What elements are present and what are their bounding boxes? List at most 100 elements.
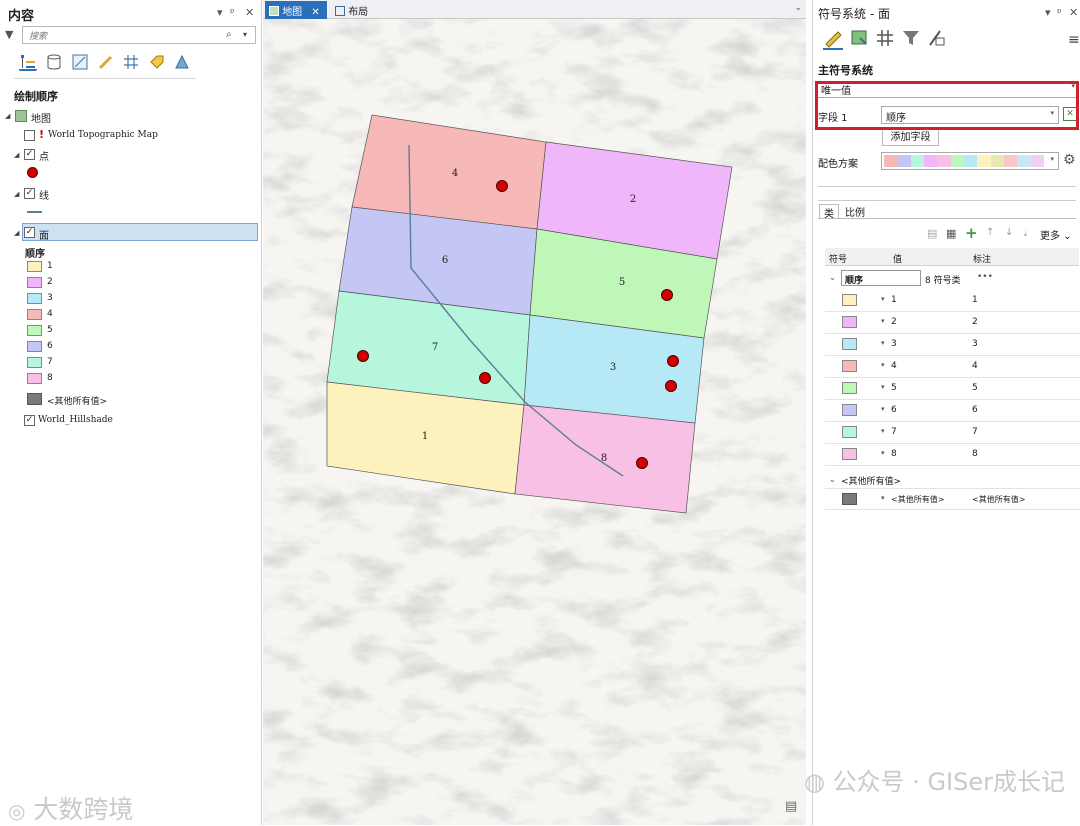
map-view[interactable]: 4 2 6 5 7 3 1 8 ▤ <box>263 19 806 825</box>
legend-swatch[interactable] <box>27 309 42 320</box>
symbol-dropdown-icon[interactable]: ▾ <box>881 494 885 502</box>
class-value-cell[interactable]: 5 <box>891 383 897 393</box>
legend-swatch[interactable] <box>27 373 42 384</box>
expand-point-icon[interactable]: ◢ <box>14 151 19 159</box>
symbol-class-row[interactable]: ▾ 2 2 <box>825 312 1080 334</box>
class-label-cell[interactable]: 4 <box>972 361 978 371</box>
close-icon[interactable]: ✕ <box>245 6 254 19</box>
tabs-dropdown-icon[interactable]: ⌄ <box>794 3 802 13</box>
point-feature[interactable] <box>661 289 673 301</box>
symbol-class-row[interactable]: ▾ 1 1 <box>825 290 1080 312</box>
point-symbol-swatch[interactable] <box>27 167 38 178</box>
polygon-layer-checkbox[interactable]: ✓ <box>24 227 35 238</box>
legend-swatch[interactable] <box>27 325 42 336</box>
symbol-dropdown-icon[interactable]: ▾ <box>881 405 885 413</box>
group-heading-input[interactable]: 顺序 <box>841 270 921 286</box>
class-label-cell[interactable]: 8 <box>972 449 978 459</box>
class-label-cell[interactable]: 5 <box>972 383 978 393</box>
point-feature[interactable] <box>496 180 508 192</box>
line-layer-checkbox[interactable]: ✓ <box>24 188 35 199</box>
map-canvas[interactable]: 4 2 6 5 7 3 1 8 <box>263 19 806 825</box>
expand-map-icon[interactable]: ◢ <box>5 112 10 120</box>
list-by-labeling-icon[interactable] <box>148 53 166 71</box>
symbol-class-row[interactable]: ▾ 5 5 <box>825 378 1080 400</box>
symbol-class-row[interactable]: ▾ 8 8 <box>825 444 1080 466</box>
symbol-dropdown-icon[interactable]: ▾ <box>881 339 885 347</box>
method-dropdown[interactable]: 唯一值 ▾ <box>817 80 1079 98</box>
class-symbol-swatch[interactable] <box>842 360 857 372</box>
search-dropdown-icon[interactable]: ▾ <box>243 30 247 39</box>
pane-menu-icon[interactable]: ▾ <box>1045 6 1051 19</box>
table-icon[interactable]: ▤ <box>927 227 937 240</box>
class-label-cell[interactable]: 6 <box>972 405 978 415</box>
pin-icon[interactable]: ᵖ <box>230 6 235 19</box>
polygon-layer-label[interactable]: 面 <box>39 227 49 242</box>
filter-icon[interactable] <box>901 28 921 51</box>
close-icon[interactable]: ✕ <box>1069 6 1078 19</box>
symbol-dropdown-icon[interactable]: ▾ <box>881 427 885 435</box>
polygon-layer-row[interactable] <box>22 223 258 241</box>
expression-button[interactable]: ✕ <box>1063 107 1077 121</box>
add-values-list-icon[interactable]: ▦ <box>946 227 956 240</box>
legend-swatch[interactable] <box>27 277 42 288</box>
class-value-cell[interactable]: 1 <box>891 295 897 305</box>
symbol-dropdown-icon[interactable]: ▾ <box>881 383 885 391</box>
list-by-perspective-icon[interactable] <box>173 53 191 71</box>
class-value-cell[interactable]: 2 <box>891 317 897 327</box>
tab-classes[interactable]: 类 <box>819 204 839 220</box>
expand-polygon-icon[interactable]: ◢ <box>14 229 19 237</box>
expand-line-icon[interactable]: ◢ <box>14 190 19 198</box>
symbol-class-row[interactable]: ▾ 6 6 <box>825 400 1080 422</box>
other-value-cell[interactable]: <其他所有值> <box>891 494 944 505</box>
map-tool-icon[interactable]: ▤ <box>785 799 797 814</box>
symbol-dropdown-icon[interactable]: ▾ <box>881 449 885 457</box>
hillshade-layer-checkbox[interactable]: ✓ <box>24 415 35 426</box>
list-by-drawing-order-icon[interactable] <box>19 53 37 71</box>
advanced-symbology-icon[interactable] <box>927 28 947 51</box>
symbol-dropdown-icon[interactable]: ▾ <box>881 361 885 369</box>
class-value-cell[interactable]: 6 <box>891 405 897 415</box>
class-value-cell[interactable]: 8 <box>891 449 897 459</box>
other-values-swatch[interactable] <box>27 393 42 405</box>
list-by-snapping-icon[interactable] <box>122 53 140 71</box>
search-icon[interactable]: ⌕ <box>226 29 232 40</box>
class-symbol-swatch[interactable] <box>842 382 857 394</box>
class-value-cell[interactable]: 4 <box>891 361 897 371</box>
point-feature[interactable] <box>665 380 677 392</box>
symbol-layer-drawing-icon[interactable] <box>875 28 895 51</box>
symbol-dropdown-icon[interactable]: ▾ <box>881 295 885 303</box>
class-symbol-swatch[interactable] <box>842 294 857 306</box>
class-symbol-swatch[interactable] <box>842 338 857 350</box>
other-symbol-swatch[interactable] <box>842 493 857 505</box>
group-more-icon[interactable]: ••• <box>977 272 993 282</box>
topo-layer-checkbox[interactable] <box>24 130 35 141</box>
legend-swatch[interactable] <box>27 341 42 352</box>
legend-swatch[interactable] <box>27 293 42 304</box>
class-value-cell[interactable]: 3 <box>891 339 897 349</box>
symbol-dropdown-icon[interactable]: ▾ <box>881 317 885 325</box>
hamburger-menu-icon[interactable]: ≡ <box>1068 32 1080 48</box>
point-feature[interactable] <box>636 457 648 469</box>
gear-icon[interactable]: ⚙ <box>1063 152 1076 168</box>
list-by-source-icon[interactable] <box>45 53 63 71</box>
pin-icon[interactable]: ᵖ <box>1057 6 1062 19</box>
class-label-cell[interactable]: 1 <box>972 295 978 305</box>
line-layer-label[interactable]: 线 <box>39 187 49 202</box>
more-button[interactable]: 更多 ⌄ <box>1040 227 1072 242</box>
point-layer-label[interactable]: 点 <box>39 148 49 163</box>
sort-icon[interactable]: ⇣ <box>1022 229 1029 238</box>
class-label-cell[interactable]: 2 <box>972 317 978 327</box>
primary-symbology-icon[interactable] <box>823 28 843 50</box>
splitter[interactable] <box>818 186 1076 187</box>
field-1-dropdown[interactable]: 顺序 ▾ <box>881 106 1059 124</box>
color-scheme-dropdown[interactable]: ▾ <box>881 152 1059 170</box>
add-field-button[interactable]: 添加字段 <box>882 129 939 146</box>
vary-symbology-icon[interactable] <box>850 28 870 51</box>
point-layer-checkbox[interactable]: ✓ <box>24 149 35 160</box>
collapse-other-icon[interactable]: ⌄ <box>829 475 836 484</box>
add-icon[interactable]: + <box>965 224 978 242</box>
point-feature[interactable] <box>479 372 491 384</box>
class-value-cell[interactable]: 7 <box>891 427 897 437</box>
filter-icon[interactable]: ▼ <box>5 28 13 41</box>
other-values-row[interactable]: ▾ <其他所有值> <其他所有值> <box>825 488 1080 510</box>
